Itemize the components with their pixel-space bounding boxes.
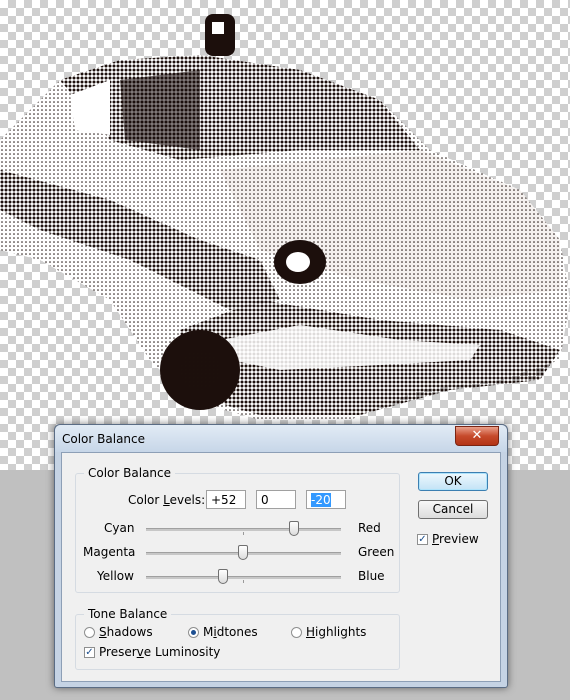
yellow-blue-slider-track[interactable] xyxy=(146,576,341,579)
color-balance-group: Color Balance Color Levels: +52 0 -20 Cy… xyxy=(75,466,400,593)
preserve-luminosity-checkbox[interactable]: ✓ xyxy=(84,647,95,658)
slider-yellow-label: Yellow xyxy=(97,569,134,583)
yellow-blue-center-tick xyxy=(243,580,244,583)
tone-balance-group: Tone Balance Shadows Midtones Highlights… xyxy=(75,607,400,670)
cancel-button[interactable]: Cancel xyxy=(418,500,488,519)
dialog-titlebar[interactable]: Color Balance ✕ xyxy=(55,425,507,452)
highlights-label: Highlights xyxy=(306,625,367,639)
shadows-radio[interactable] xyxy=(84,627,95,638)
color-level-yellow-blue-selected-text: -20 xyxy=(311,493,331,507)
color-level-yellow-blue-field[interactable]: -20 xyxy=(306,490,346,509)
yellow-blue-slider-thumb[interactable] xyxy=(218,569,228,584)
dialog-title: Color Balance xyxy=(62,432,146,446)
document-canvas[interactable] xyxy=(0,0,570,470)
magenta-green-slider-thumb[interactable] xyxy=(238,545,248,560)
midtones-label: Midtones xyxy=(203,625,258,639)
slider-blue-label: Blue xyxy=(358,569,385,583)
slider-cyan-label: Cyan xyxy=(104,521,135,535)
slider-magenta-label: Magenta xyxy=(83,545,136,559)
color-levels-label: Color Levels: xyxy=(128,493,206,507)
checkmark-icon: ✓ xyxy=(418,534,427,545)
slider-red-label: Red xyxy=(358,521,381,535)
close-icon: ✕ xyxy=(471,428,483,443)
tone-balance-legend: Tone Balance xyxy=(84,607,172,621)
dialog-client-area: Color Balance Color Levels: +52 0 -20 Cy… xyxy=(61,452,501,682)
cyan-red-center-tick xyxy=(243,532,244,535)
color-level-cyan-red-field[interactable]: +52 xyxy=(206,490,246,509)
slider-green-label: Green xyxy=(358,545,395,559)
color-balance-dialog: Color Balance ✕ Color Balance Color Leve… xyxy=(54,424,508,688)
ok-button[interactable]: OK xyxy=(418,472,488,491)
cyan-red-slider-thumb[interactable] xyxy=(289,521,299,536)
midtones-radio[interactable] xyxy=(188,627,199,638)
shadows-label: Shadows xyxy=(99,625,153,639)
cyan-red-slider-track[interactable] xyxy=(146,528,341,531)
preserve-luminosity-label: Preserve Luminosity xyxy=(99,645,221,659)
color-level-magenta-green-field[interactable]: 0 xyxy=(256,490,296,509)
preview-label: Preview xyxy=(432,532,479,546)
color-balance-legend: Color Balance xyxy=(84,466,176,480)
checkmark-icon: ✓ xyxy=(85,647,94,658)
halftone-police-car-image xyxy=(0,14,570,420)
close-button[interactable]: ✕ xyxy=(455,426,499,446)
highlights-radio[interactable] xyxy=(291,627,302,638)
preview-checkbox[interactable]: ✓ xyxy=(417,534,428,545)
